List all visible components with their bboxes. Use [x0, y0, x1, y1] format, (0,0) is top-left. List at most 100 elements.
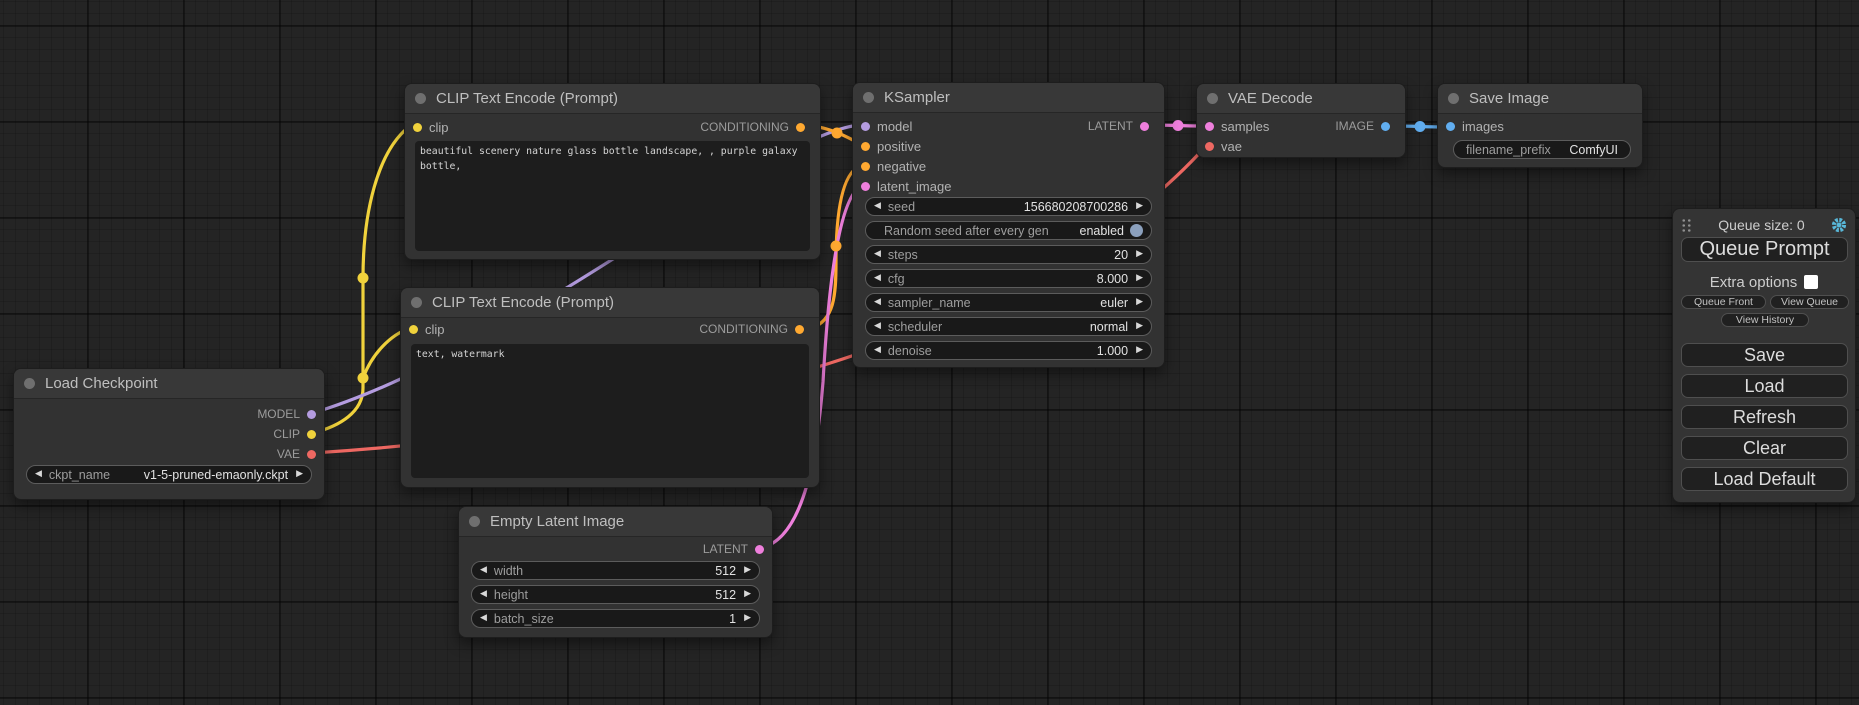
save-button[interactable]: Save: [1681, 343, 1848, 367]
node-save-image[interactable]: Save Image images filename_prefix ComfyU…: [1437, 83, 1643, 168]
node-header[interactable]: Empty Latent Image: [459, 507, 772, 537]
extra-options-checkbox[interactable]: [1804, 275, 1818, 289]
prev-arrow-icon[interactable]: ◀: [874, 322, 881, 331]
output-port-image[interactable]: [1381, 122, 1390, 131]
collapse-dot-icon[interactable]: [411, 297, 422, 308]
reroute-dot-positive[interactable]: [832, 128, 843, 139]
node-load-checkpoint[interactable]: Load Checkpoint MODEL CLIP VAE ◀ ckpt_na…: [13, 368, 325, 500]
node-graph-canvas[interactable]: Load Checkpoint MODEL CLIP VAE ◀ ckpt_na…: [0, 0, 1859, 705]
seed-widget[interactable]: ◀ seed 156680208700286 ▶: [865, 197, 1152, 216]
next-arrow-icon[interactable]: ▶: [1136, 322, 1143, 331]
input-port-model[interactable]: [861, 122, 870, 131]
output-port-model[interactable]: [307, 410, 316, 419]
reroute-dot-latent[interactable]: [1173, 120, 1184, 131]
node-empty-latent-image[interactable]: Empty Latent Image LATENT ◀ width 512 ▶ …: [458, 506, 773, 638]
prev-arrow-icon[interactable]: ◀: [874, 250, 881, 259]
input-port-negative[interactable]: [861, 162, 870, 171]
load-default-button[interactable]: Load Default: [1681, 467, 1848, 491]
queue-front-button[interactable]: Queue Front: [1681, 295, 1766, 309]
batch-size-widget[interactable]: ◀ batch_size 1 ▶: [471, 609, 760, 628]
sampler-name-widget[interactable]: ◀ sampler_name euler ▶: [865, 293, 1152, 312]
cfg-widget[interactable]: ◀ cfg 8.000 ▶: [865, 269, 1152, 288]
drag-handle-icon[interactable]: [1681, 218, 1692, 233]
input-label-images: images: [1462, 119, 1504, 134]
input-port-latent-image[interactable]: [861, 182, 870, 191]
collapse-dot-icon[interactable]: [1448, 93, 1459, 104]
prev-arrow-icon[interactable]: ◀: [874, 202, 881, 211]
next-arrow-icon[interactable]: ▶: [744, 590, 751, 599]
next-arrow-icon[interactable]: ▶: [296, 470, 303, 479]
random-seed-toggle-widget[interactable]: Random seed after every gen enabled: [865, 221, 1152, 240]
node-clip-text-encode-negative[interactable]: CLIP Text Encode (Prompt) clip CONDITION…: [400, 287, 820, 488]
clear-button[interactable]: Clear: [1681, 436, 1848, 460]
prev-arrow-icon[interactable]: ◀: [35, 470, 42, 479]
prev-arrow-icon[interactable]: ◀: [874, 298, 881, 307]
scheduler-widget[interactable]: ◀ scheduler normal ▶: [865, 317, 1152, 336]
refresh-button[interactable]: Refresh: [1681, 405, 1848, 429]
load-button[interactable]: Load: [1681, 374, 1848, 398]
input-port-clip[interactable]: [409, 325, 418, 334]
node-header[interactable]: KSampler: [853, 83, 1164, 113]
input-port-images[interactable]: [1446, 122, 1455, 131]
next-arrow-icon[interactable]: ▶: [1136, 346, 1143, 355]
collapse-dot-icon[interactable]: [415, 93, 426, 104]
reroute-dot-clip-lower[interactable]: [358, 373, 369, 384]
next-arrow-icon[interactable]: ▶: [1136, 298, 1143, 307]
reroute-dot-clip-upper[interactable]: [358, 273, 369, 284]
output-port-latent[interactable]: [1140, 122, 1149, 131]
output-port-conditioning[interactable]: [796, 123, 805, 132]
view-queue-button[interactable]: View Queue: [1770, 295, 1849, 309]
input-port-samples[interactable]: [1205, 122, 1214, 131]
widget-value: v1-5-pruned-emaonly.ckpt: [144, 468, 288, 482]
input-label-model: model: [877, 119, 912, 134]
next-arrow-icon[interactable]: ▶: [1136, 250, 1143, 259]
next-arrow-icon[interactable]: ▶: [1136, 274, 1143, 283]
width-widget[interactable]: ◀ width 512 ▶: [471, 561, 760, 580]
prev-arrow-icon[interactable]: ◀: [480, 566, 487, 575]
view-history-button[interactable]: View History: [1721, 313, 1809, 327]
next-arrow-icon[interactable]: ▶: [744, 566, 751, 575]
node-header[interactable]: VAE Decode: [1197, 84, 1405, 114]
collapse-dot-icon[interactable]: [863, 92, 874, 103]
next-arrow-icon[interactable]: ▶: [1136, 202, 1143, 211]
widget-label: steps: [888, 248, 918, 262]
filename-prefix-widget[interactable]: filename_prefix ComfyUI: [1453, 140, 1631, 159]
reroute-dot-image[interactable]: [1415, 121, 1426, 132]
node-header[interactable]: CLIP Text Encode (Prompt): [405, 84, 820, 114]
output-port-clip[interactable]: [307, 430, 316, 439]
widget-label: width: [494, 564, 523, 578]
widget-value: 1.000: [1097, 344, 1128, 358]
positive-prompt-textarea[interactable]: beautiful scenery nature glass bottle la…: [415, 141, 810, 251]
collapse-dot-icon[interactable]: [469, 516, 480, 527]
node-ksampler[interactable]: KSampler model LATENT positive negative …: [852, 82, 1165, 368]
node-header[interactable]: Save Image: [1438, 84, 1642, 114]
output-port-conditioning[interactable]: [795, 325, 804, 334]
steps-widget[interactable]: ◀ steps 20 ▶: [865, 245, 1152, 264]
queue-prompt-button[interactable]: Queue Prompt: [1681, 237, 1848, 262]
prev-arrow-icon[interactable]: ◀: [480, 614, 487, 623]
input-port-vae[interactable]: [1205, 142, 1214, 151]
collapse-dot-icon[interactable]: [24, 378, 35, 389]
prev-arrow-icon[interactable]: ◀: [480, 590, 487, 599]
prev-arrow-icon[interactable]: ◀: [874, 274, 881, 283]
input-label-negative: negative: [877, 159, 926, 174]
widget-label: Random seed after every gen: [884, 224, 1049, 238]
output-port-vae[interactable]: [307, 450, 316, 459]
input-port-clip[interactable]: [413, 123, 422, 132]
settings-gear-icon[interactable]: [1831, 217, 1847, 233]
node-header[interactable]: CLIP Text Encode (Prompt): [401, 288, 819, 318]
node-vae-decode[interactable]: VAE Decode samples IMAGE vae: [1196, 83, 1406, 158]
toggle-enabled-icon[interactable]: [1130, 224, 1143, 237]
height-widget[interactable]: ◀ height 512 ▶: [471, 585, 760, 604]
node-clip-text-encode-positive[interactable]: CLIP Text Encode (Prompt) clip CONDITION…: [404, 83, 821, 260]
next-arrow-icon[interactable]: ▶: [744, 614, 751, 623]
collapse-dot-icon[interactable]: [1207, 93, 1218, 104]
negative-prompt-textarea[interactable]: text, watermark: [411, 344, 809, 478]
prev-arrow-icon[interactable]: ◀: [874, 346, 881, 355]
ckpt-name-widget[interactable]: ◀ ckpt_name v1-5-pruned-emaonly.ckpt ▶: [26, 465, 312, 484]
output-port-latent[interactable]: [755, 545, 764, 554]
reroute-dot-negative[interactable]: [831, 241, 842, 252]
denoise-widget[interactable]: ◀ denoise 1.000 ▶: [865, 341, 1152, 360]
node-header[interactable]: Load Checkpoint: [14, 369, 324, 399]
input-port-positive[interactable]: [861, 142, 870, 151]
